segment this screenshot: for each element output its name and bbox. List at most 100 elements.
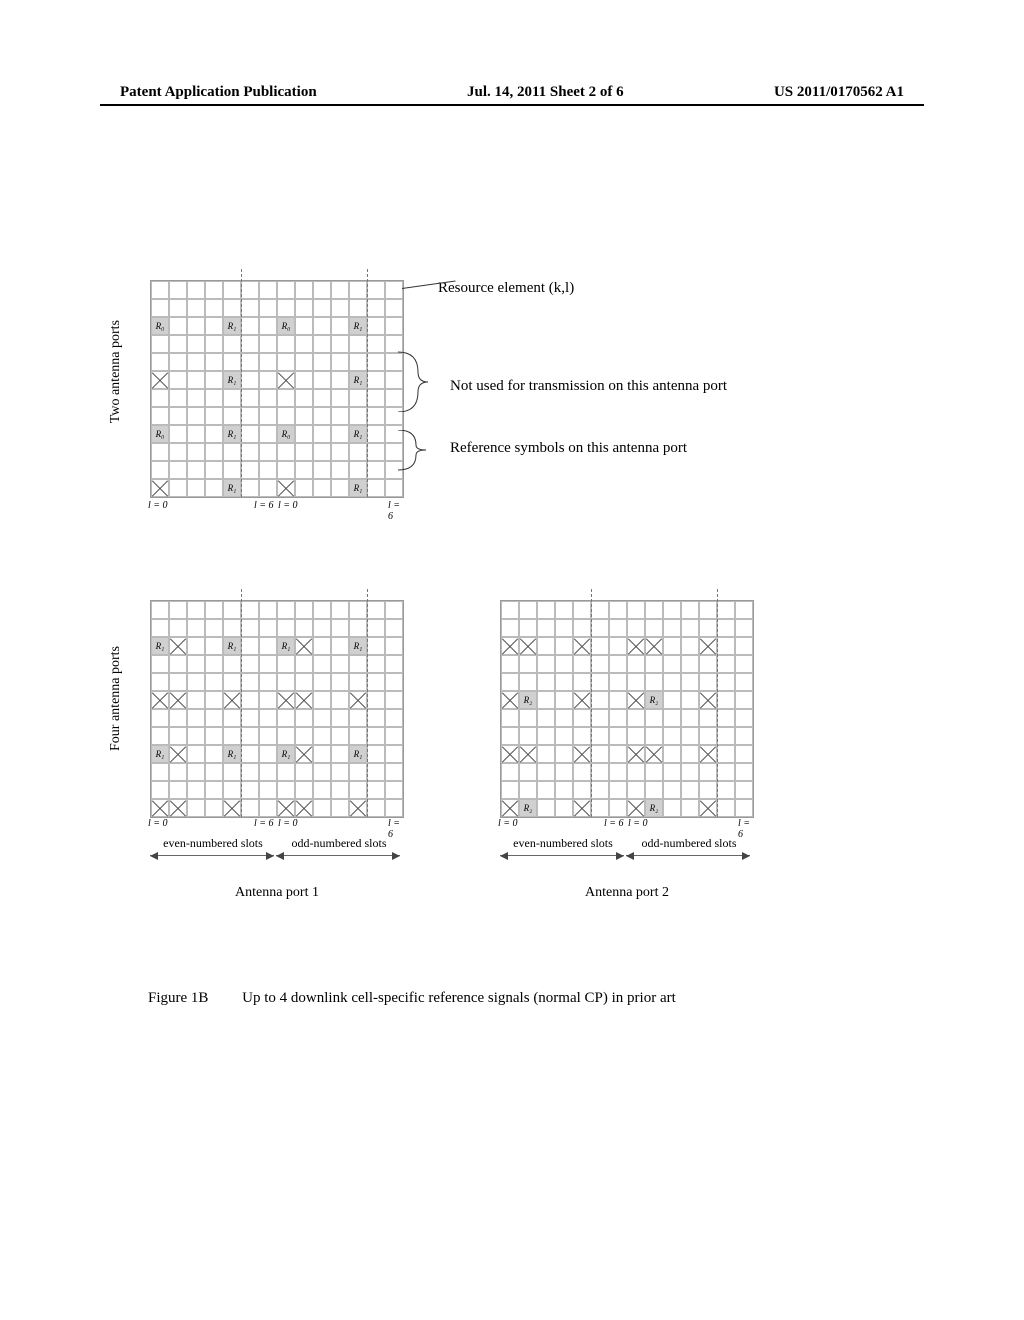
grid-cell <box>645 727 663 745</box>
grid-cell <box>187 799 205 817</box>
grid-cell <box>349 727 367 745</box>
grid-cell <box>277 799 295 817</box>
grid-cell <box>573 709 591 727</box>
grid-cell <box>519 745 537 763</box>
grid-cell <box>241 479 259 497</box>
grid-cell <box>223 389 241 407</box>
grid-cell <box>223 709 241 727</box>
grid-cell <box>331 637 349 655</box>
grid-cell <box>385 619 403 637</box>
grid-cell: R₁ <box>277 637 295 655</box>
grid-cell <box>205 745 223 763</box>
grid-cell <box>259 281 277 299</box>
grid-cell <box>681 619 699 637</box>
grid-cell <box>295 371 313 389</box>
grid-cell <box>331 619 349 637</box>
grid-cell <box>151 299 169 317</box>
grid-cell <box>187 727 205 745</box>
p2-ticks: l = 0 l = 6 l = 0 l = 6 <box>500 818 752 834</box>
grid-cell <box>259 443 277 461</box>
grid-cell <box>205 479 223 497</box>
grid-cell <box>537 781 555 799</box>
grid-cell <box>573 799 591 817</box>
grid-cell: R₁ <box>223 425 241 443</box>
grid-cell <box>169 709 187 727</box>
grid-cell <box>259 425 277 443</box>
grid-cell <box>537 655 555 673</box>
grid-cell <box>537 637 555 655</box>
grid-cell <box>367 781 385 799</box>
grid-cell <box>501 745 519 763</box>
grid-cell <box>591 673 609 691</box>
grid-cell <box>699 745 717 763</box>
grid-cell: R₂ <box>645 799 663 817</box>
grid-cell <box>259 407 277 425</box>
grid-cell <box>681 799 699 817</box>
grid-cell <box>735 745 753 763</box>
grid-cell <box>537 601 555 619</box>
grid-cell <box>367 727 385 745</box>
grid-cell <box>555 709 573 727</box>
grid-cell <box>385 601 403 619</box>
grid-cell <box>627 601 645 619</box>
grid-cell <box>663 781 681 799</box>
grid-cell: R₁ <box>223 637 241 655</box>
grid-cell <box>645 601 663 619</box>
grid-cell <box>681 655 699 673</box>
grid-cell <box>331 281 349 299</box>
grid-cell <box>295 655 313 673</box>
grid-cell <box>151 371 169 389</box>
grid-cell <box>169 425 187 443</box>
grid-cell <box>349 281 367 299</box>
grid-cell <box>681 673 699 691</box>
label-two-ports: Two antenna ports <box>108 320 124 423</box>
grid-cell <box>187 745 205 763</box>
grid-cell <box>151 727 169 745</box>
grid-cell <box>259 371 277 389</box>
grid-cell <box>187 781 205 799</box>
grid-cell <box>367 745 385 763</box>
grid-cell <box>241 709 259 727</box>
grid-cell <box>609 727 627 745</box>
grid-cell <box>313 407 331 425</box>
grid-cell <box>367 763 385 781</box>
grid-cell <box>331 727 349 745</box>
grid-cell <box>681 745 699 763</box>
grid-cell <box>367 691 385 709</box>
grid-cell <box>367 673 385 691</box>
grid-cell <box>537 763 555 781</box>
grid-cell: R₁ <box>151 745 169 763</box>
grid-cell <box>735 673 753 691</box>
grid-cell <box>591 637 609 655</box>
grid-cell <box>313 479 331 497</box>
grid-cell <box>349 389 367 407</box>
grid-cell <box>537 619 555 637</box>
grid-cell <box>331 407 349 425</box>
grid-cell <box>313 601 331 619</box>
grid-cell <box>591 709 609 727</box>
grid-cell <box>223 655 241 673</box>
grid-cell <box>205 655 223 673</box>
grid-cell <box>663 637 681 655</box>
grid-cell <box>223 461 241 479</box>
grid-cell <box>241 655 259 673</box>
grid-cell <box>385 709 403 727</box>
grid-cell <box>331 763 349 781</box>
grid-cell <box>331 601 349 619</box>
grid-cell <box>501 781 519 799</box>
grid-cell <box>627 799 645 817</box>
grid-cell <box>169 461 187 479</box>
grid-cell <box>573 691 591 709</box>
grid-cell <box>681 781 699 799</box>
grid-cell <box>573 655 591 673</box>
grid-cell <box>519 619 537 637</box>
grid-cell <box>295 335 313 353</box>
grid-cell <box>223 281 241 299</box>
grid-cell <box>735 601 753 619</box>
grid-cell <box>627 781 645 799</box>
grid-cell <box>259 781 277 799</box>
grid-cell <box>519 673 537 691</box>
grid-cell <box>259 799 277 817</box>
grid-cell <box>313 691 331 709</box>
grid-cell <box>295 745 313 763</box>
